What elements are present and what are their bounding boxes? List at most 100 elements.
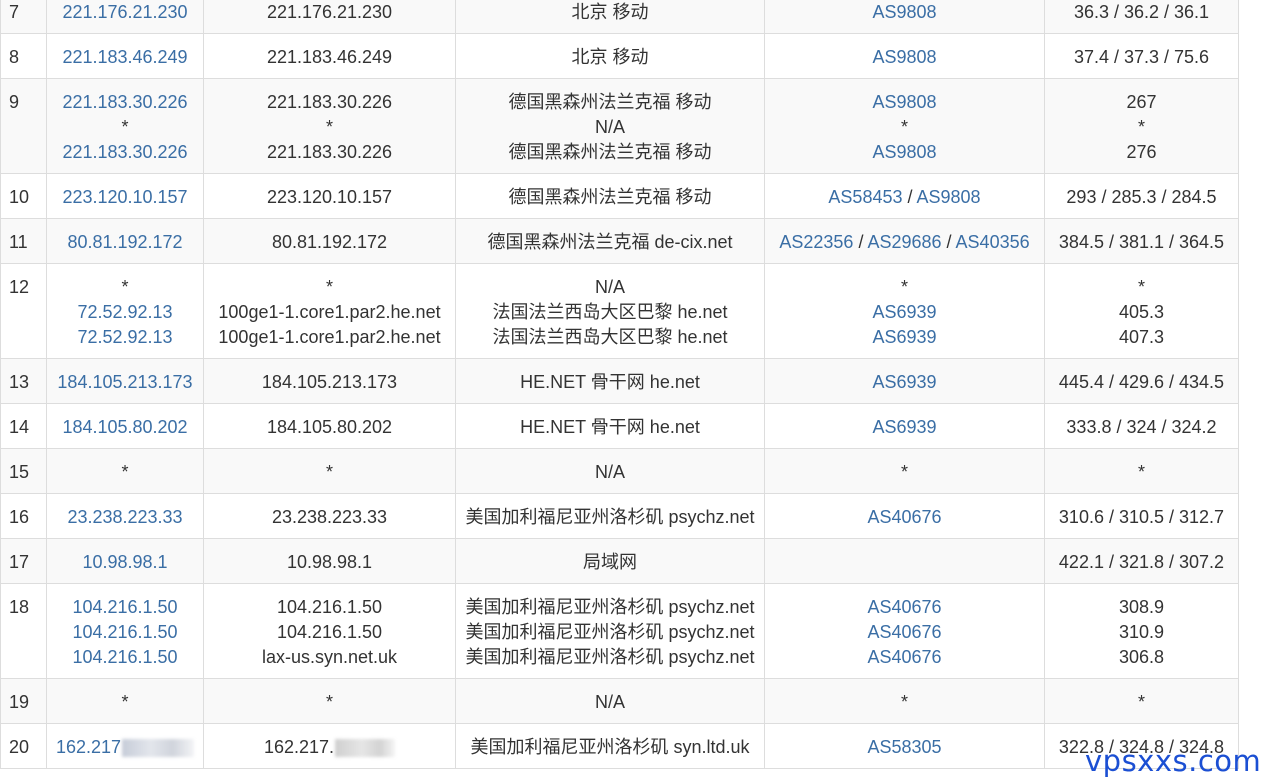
hostname-text: 100ge1-1.core1.par2.he.net bbox=[218, 327, 441, 347]
location-text: N/A bbox=[594, 117, 625, 137]
asn-link[interactable]: AS6939 bbox=[872, 302, 936, 322]
ip-link[interactable]: 221.183.46.249 bbox=[62, 47, 187, 67]
hostname-cell: 80.81.192.172 bbox=[203, 218, 456, 264]
ip-link[interactable]: 184.105.80.202 bbox=[62, 417, 187, 437]
asn-link[interactable]: AS40356 bbox=[956, 232, 1030, 252]
asn-link[interactable]: AS9808 bbox=[872, 47, 936, 67]
ip-cell: 221.176.21.230 bbox=[46, 0, 204, 34]
latency-text: * bbox=[1137, 117, 1145, 137]
asn-link[interactable]: AS40676 bbox=[867, 597, 941, 617]
location-text: N/A bbox=[594, 692, 625, 712]
hostname-text: 221.176.21.230 bbox=[266, 2, 393, 22]
hop-number: 13 bbox=[9, 372, 30, 392]
ip-timeout: * bbox=[121, 692, 129, 712]
asn-link[interactable]: AS40676 bbox=[867, 507, 941, 527]
ip-link[interactable]: 72.52.92.13 bbox=[77, 327, 172, 347]
latency-text: 306.8 bbox=[1118, 647, 1165, 667]
redacted-blur bbox=[335, 739, 396, 758]
ip-line: 221.183.30.226 bbox=[48, 140, 203, 165]
ip-line: 104.216.1.50 bbox=[48, 595, 203, 620]
asn-link[interactable]: AS29686 bbox=[867, 232, 941, 252]
ip-link[interactable]: 10.98.98.1 bbox=[82, 552, 167, 572]
hostname-text: 221.183.30.226 bbox=[266, 92, 393, 112]
hop-number: 18 bbox=[9, 597, 30, 617]
latency-text: 384.5 / 381.1 / 364.5 bbox=[1058, 232, 1225, 252]
ip-link[interactable]: 221.183.30.226 bbox=[62, 92, 187, 112]
hostname-cell: 184.105.80.202 bbox=[203, 403, 456, 449]
hostname-line: 221.183.30.226 bbox=[205, 90, 455, 115]
ip-link[interactable]: 104.216.1.50 bbox=[72, 622, 177, 642]
ip-link[interactable]: 221.183.30.226 bbox=[62, 142, 187, 162]
hop-cell: 13 bbox=[0, 358, 47, 404]
location-cell: 德国黑森州法兰克福 移动 bbox=[455, 173, 765, 219]
location-text: N/A bbox=[594, 462, 625, 482]
asn-link[interactable]: AS9808 bbox=[872, 142, 936, 162]
asn-line: * bbox=[766, 115, 1044, 140]
ip-cell: * bbox=[46, 448, 204, 494]
asn-timeout: * bbox=[900, 277, 908, 297]
asn-cell: * AS6939 AS6939 bbox=[764, 263, 1045, 359]
ip-link[interactable]: 104.216.1.50 bbox=[72, 597, 177, 617]
hostname-cell: 104.216.1.50 104.216.1.50 lax-us.syn.net.u… bbox=[203, 583, 456, 679]
asn-line: AS6939 bbox=[766, 415, 1044, 440]
ip-link[interactable]: 162.217 bbox=[56, 737, 121, 757]
location-text: 局域网 bbox=[583, 552, 637, 572]
asn-link[interactable]: AS40676 bbox=[867, 622, 941, 642]
hop-cell: 10 bbox=[0, 173, 47, 219]
hostname-cell: 23.238.223.33 bbox=[203, 493, 456, 539]
hop-cell: 9 bbox=[0, 78, 47, 174]
location-text: 北京 移动 bbox=[571, 47, 649, 67]
hop-number: 19 bbox=[9, 692, 30, 712]
asn-separator: / bbox=[853, 232, 868, 252]
ip-link[interactable]: 23.238.223.33 bbox=[67, 507, 182, 527]
ip-line: 72.52.92.13 bbox=[48, 300, 203, 325]
location-text: HE.NET 骨干网 he.net bbox=[520, 417, 700, 437]
asn-line: AS9808 bbox=[766, 140, 1044, 165]
table-row: 17 10.98.98.1 10.98.98.1 局域网 422.1 / 321.8 … bbox=[0, 538, 1239, 584]
hop-number: 15 bbox=[9, 462, 30, 482]
ip-link[interactable]: 221.176.21.230 bbox=[62, 2, 187, 22]
hostname-line: 221.183.46.249 bbox=[205, 45, 455, 70]
location-cell: 美国加利福尼亚州洛杉矶 psychz.net bbox=[455, 493, 765, 539]
ip-line: 184.105.213.173 bbox=[48, 370, 203, 395]
hostname-text: 23.238.223.33 bbox=[271, 507, 388, 527]
ip-line: 80.81.192.172 bbox=[48, 230, 203, 255]
asn-link[interactable]: AS9808 bbox=[917, 187, 981, 207]
ip-link[interactable]: 80.81.192.172 bbox=[67, 232, 182, 252]
ip-cell: 104.216.1.50 104.216.1.50 104.216.1.50 bbox=[46, 583, 204, 679]
ip-link[interactable]: 223.120.10.157 bbox=[62, 187, 187, 207]
hostname-line: 162.217. bbox=[205, 735, 455, 760]
asn-timeout: * bbox=[900, 117, 908, 137]
asn-link[interactable]: AS6939 bbox=[872, 372, 936, 392]
asn-link[interactable]: AS6939 bbox=[872, 327, 936, 347]
location-cell: HE.NET 骨干网 he.net bbox=[455, 358, 765, 404]
hop-cell: 11 bbox=[0, 218, 47, 264]
asn-link[interactable]: AS22356 bbox=[779, 232, 853, 252]
asn-cell: * bbox=[764, 678, 1045, 724]
ip-cell: 80.81.192.172 bbox=[46, 218, 204, 264]
asn-link[interactable]: AS58453 bbox=[828, 187, 902, 207]
latency-text: 405.3 bbox=[1118, 302, 1165, 322]
latency-cell: 293 / 285.3 / 284.5 bbox=[1044, 173, 1239, 219]
asn-line: * bbox=[766, 460, 1044, 485]
hop-number: 20 bbox=[9, 737, 30, 757]
asn-link[interactable]: AS9808 bbox=[872, 92, 936, 112]
location-text: 德国黑森州法兰克福 de-cix.net bbox=[487, 232, 733, 252]
ip-link[interactable]: 104.216.1.50 bbox=[72, 647, 177, 667]
ip-link[interactable]: 184.105.213.173 bbox=[57, 372, 192, 392]
hop-cell: 15 bbox=[0, 448, 47, 494]
ip-cell: * bbox=[46, 678, 204, 724]
asn-link[interactable]: AS40676 bbox=[867, 647, 941, 667]
asn-link[interactable]: AS9808 bbox=[872, 2, 936, 22]
location-text: 德国黑森州法兰克福 移动 bbox=[508, 92, 712, 112]
hostname-line: * bbox=[205, 460, 455, 485]
asn-cell: * bbox=[764, 448, 1045, 494]
ip-cell: 23.238.223.33 bbox=[46, 493, 204, 539]
asn-link[interactable]: AS58305 bbox=[867, 737, 941, 757]
location-cell: N/A bbox=[455, 678, 765, 724]
location-cell: 局域网 bbox=[455, 538, 765, 584]
asn-cell: AS58305 bbox=[764, 723, 1045, 769]
asn-link[interactable]: AS6939 bbox=[872, 417, 936, 437]
asn-line: AS6939 bbox=[766, 370, 1044, 395]
ip-link[interactable]: 72.52.92.13 bbox=[77, 302, 172, 322]
